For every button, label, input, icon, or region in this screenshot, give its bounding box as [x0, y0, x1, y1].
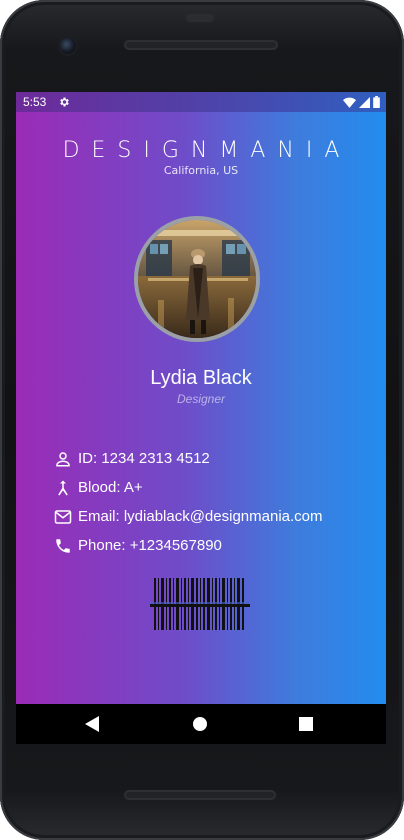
- bottom-speaker: [124, 790, 276, 800]
- signal-icon: [359, 96, 370, 108]
- recents-square-icon: [299, 717, 313, 731]
- status-icons: [343, 96, 380, 108]
- phone-frame: 5:53 DESIGNMANIA California, US Lydia Bl…: [0, 0, 404, 840]
- detail-blood-text: Blood: A+: [78, 479, 143, 496]
- id-card: DESIGNMANIA California, US Lydia Black D…: [16, 112, 386, 704]
- details-list: ID: 1234 2313 4512 Blood: A+ Email: lydi…: [54, 444, 374, 560]
- home-button[interactable]: [186, 710, 214, 738]
- wifi-icon: [343, 97, 356, 108]
- detail-id: ID: 1234 2313 4512: [54, 444, 374, 473]
- detail-phone[interactable]: Phone: +1234567890: [54, 531, 374, 560]
- top-notch: [186, 14, 214, 22]
- earpiece-speaker: [124, 40, 278, 50]
- email-icon: [54, 509, 72, 524]
- phone-icon: [56, 538, 70, 553]
- status-time: 5:53: [23, 95, 47, 109]
- settings-gear-icon: [60, 97, 69, 107]
- battery-icon: [373, 96, 380, 108]
- barcode-icon: [150, 578, 250, 630]
- avatar: [134, 216, 260, 342]
- detail-blood: Blood: A+: [54, 473, 374, 502]
- detail-phone-text[interactable]: Phone: +1234567890: [78, 537, 222, 554]
- person-name: Lydia Black: [150, 367, 252, 389]
- profile-photo: [138, 220, 256, 338]
- back-button[interactable]: [78, 710, 106, 738]
- brand-location: California, US: [163, 164, 239, 177]
- person-icon: [56, 451, 70, 466]
- system-nav-bar: [16, 704, 386, 744]
- person-role: Designer: [176, 392, 226, 406]
- detail-email[interactable]: Email: lydiablack@designmania.com: [54, 502, 374, 531]
- back-triangle-icon: [85, 716, 99, 732]
- detail-id-text: ID: 1234 2313 4512: [78, 450, 210, 467]
- recents-button[interactable]: [292, 710, 320, 738]
- detail-email-text[interactable]: Email: lydiablack@designmania.com: [78, 508, 323, 525]
- screen: 5:53 DESIGNMANIA California, US Lydia Bl…: [16, 92, 386, 744]
- home-circle-icon: [193, 717, 207, 731]
- brand-title: DESIGNMANIA: [62, 138, 352, 163]
- status-bar: 5:53: [16, 92, 386, 112]
- front-camera: [60, 38, 76, 54]
- blood-icon: [58, 480, 68, 495]
